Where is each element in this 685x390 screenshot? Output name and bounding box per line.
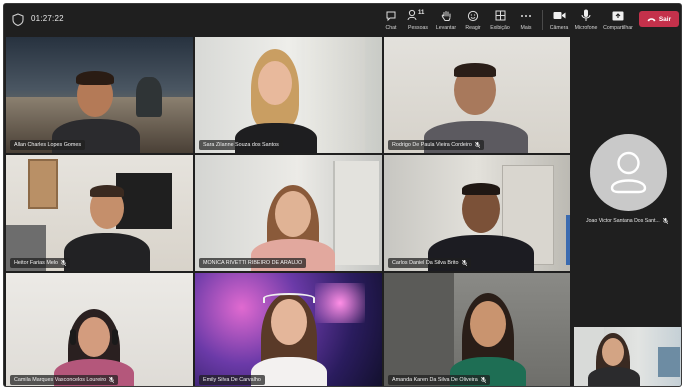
raise-hand-button[interactable]: Levantar: [432, 4, 460, 35]
participant-name: Heitor Farias Melo: [10, 258, 71, 268]
participant-avatar: [590, 134, 667, 211]
smiley-icon: [467, 10, 479, 21]
people-button[interactable]: 11 Pessoas: [404, 4, 432, 35]
video-tile[interactable]: Amanda Karen Da Silva De Oliveira: [384, 273, 570, 386]
share-icon: [612, 11, 624, 20]
participant-name: Allan Charles Lopes Gomes: [10, 140, 86, 150]
mic-muted-icon: [61, 260, 67, 266]
camera-button[interactable]: Câmera: [547, 4, 571, 35]
participant-name: Joao Victor Santana Dos Sant...: [586, 218, 668, 224]
video-tile[interactable]: Allan Charles Lopes Gomes: [6, 37, 193, 153]
participant-name: MONICA RIVETTI RIBEIRO DE ARAUJO: [199, 258, 307, 268]
mic-muted-icon: [109, 377, 115, 383]
phone-hangup-icon: [647, 17, 656, 21]
video-tile[interactable]: Sara Zilanne Souza dos Santos: [195, 37, 382, 153]
meeting-timer: 01:27:22: [31, 14, 64, 23]
people-icon: [407, 9, 417, 21]
react-button[interactable]: Reagir: [460, 4, 486, 35]
mic-muted-icon: [480, 377, 486, 383]
video-tile[interactable]: Carlos Daniel Da Silva Brito: [384, 155, 570, 271]
mic-muted-icon: [461, 260, 467, 266]
camera-icon: [553, 12, 565, 19]
leave-button[interactable]: Sair: [639, 11, 679, 27]
chat-icon: [386, 11, 396, 21]
view-button[interactable]: Exibição: [486, 4, 514, 35]
video-tile[interactable]: MONICA RIVETTI RIBEIRO DE ARAUJO: [195, 155, 382, 271]
mic-muted-icon: [662, 218, 668, 224]
participant-name: Sara Zilanne Souza dos Santos: [199, 140, 283, 150]
mic-muted-icon: [474, 142, 480, 148]
participant-name: Rodrigo De Paula Vieira Cordeiro: [388, 140, 484, 150]
toolbar-divider: [542, 10, 543, 30]
microphone-icon: [581, 9, 591, 21]
grid-view-icon: [495, 10, 505, 21]
share-button[interactable]: Compartilhar: [601, 4, 635, 35]
person-icon: [610, 151, 647, 194]
more-button[interactable]: Mais: [514, 4, 538, 35]
meeting-toolbar: 01:27:22 Chat 11 Pessoas Levantar Reagir: [4, 4, 681, 35]
participant-name: Amanda Karen Da Silva De Oliveira: [388, 375, 490, 385]
shield-icon: [12, 13, 24, 26]
meeting-window: 01:27:22 Chat 11 Pessoas Levantar Reagir: [3, 3, 682, 387]
chat-button[interactable]: Chat: [378, 4, 404, 35]
hand-icon: [441, 10, 450, 21]
more-icon: [521, 14, 531, 17]
video-tile[interactable]: Camila Marques Vasconcelos Loureiro: [6, 273, 193, 386]
video-tile[interactable]: Heitor Farias Melo: [6, 155, 193, 271]
video-tile[interactable]: Emily Silva De Carvalho: [195, 273, 382, 386]
microphone-button[interactable]: Microfone: [571, 4, 601, 35]
participant-name: Emily Silva De Carvalho: [199, 375, 265, 385]
self-view-tile[interactable]: [574, 327, 681, 386]
people-count: 11: [418, 10, 425, 16]
participant-name: Carlos Daniel Da Silva Brito: [388, 258, 471, 268]
participant-name: Camila Marques Vasconcelos Loureiro: [10, 375, 119, 385]
video-tile[interactable]: Rodrigo De Paula Vieira Cordeiro: [384, 37, 570, 153]
